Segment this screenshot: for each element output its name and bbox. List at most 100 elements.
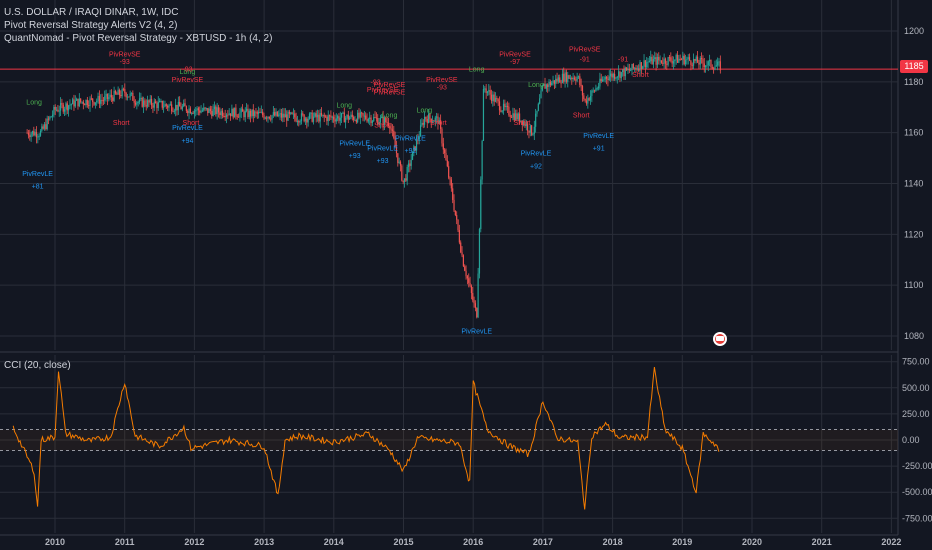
symbol-title[interactable]: U.S. DOLLAR / IRAQI DINAR, 1W, IDC	[4, 6, 272, 19]
candle-body	[117, 89, 119, 95]
candle-body	[176, 104, 178, 111]
cci-pane[interactable]	[0, 367, 898, 510]
candle-body	[302, 113, 304, 115]
time-tick-label: 2018	[603, 537, 623, 547]
candle-body	[62, 104, 64, 112]
candle-body	[228, 113, 230, 115]
candle-body	[109, 94, 111, 98]
candle-body	[686, 58, 688, 60]
candle-body	[156, 103, 158, 109]
candle-body	[719, 61, 721, 71]
candle-body	[308, 113, 311, 119]
candle-body	[274, 112, 276, 116]
candle-body	[492, 94, 494, 101]
candle-body	[607, 78, 609, 81]
candle-body	[69, 104, 71, 106]
candle-body	[77, 98, 79, 107]
candle-body	[152, 105, 154, 108]
candle-body	[142, 100, 145, 107]
candle-body	[654, 57, 656, 60]
candle-body	[465, 270, 467, 277]
candle-body	[283, 113, 285, 118]
candle-body	[211, 110, 213, 116]
candle-body	[663, 58, 665, 64]
indicator-title-1[interactable]: Pivot Reversal Strategy Alerts V2 (4, 2)	[4, 19, 272, 32]
candle-body	[172, 111, 174, 113]
candle-body	[299, 121, 301, 123]
candle-body	[652, 59, 655, 65]
candle-body	[422, 122, 424, 125]
candle-body	[584, 99, 586, 101]
candle-body	[343, 112, 345, 123]
candle-body	[462, 255, 464, 267]
candle-body	[357, 112, 359, 123]
indicator-title-2[interactable]: QuantNomad - Pivot Reversal Strategy - X…	[4, 32, 272, 45]
candle-body	[272, 112, 274, 116]
candle-body	[221, 110, 224, 116]
candle-body	[616, 76, 618, 78]
candle-body	[185, 106, 187, 111]
candle-body	[365, 115, 367, 119]
pivot-se-label: -93	[182, 67, 192, 74]
candle-body	[397, 153, 399, 163]
candle-body	[146, 100, 149, 107]
candle-body	[165, 104, 167, 106]
candle-body	[196, 108, 198, 111]
pivot-se-label: PivRevSE	[499, 51, 531, 58]
candle-body	[63, 109, 66, 112]
candle-body	[132, 92, 134, 101]
cci-title[interactable]: CCI (20, close)	[4, 359, 71, 372]
candle-body	[481, 140, 483, 180]
candle-body	[371, 120, 373, 124]
candle-body	[711, 67, 713, 69]
cci-tick-label: -750.00	[902, 513, 932, 523]
candle-body	[682, 55, 684, 60]
candle-body	[315, 113, 317, 118]
candle-body	[480, 179, 482, 230]
candle-body	[328, 115, 331, 117]
long-signal-label: Long	[382, 112, 398, 119]
tv-logo-icon[interactable]	[713, 332, 727, 346]
candle-body	[204, 107, 206, 109]
candle-body	[362, 113, 364, 116]
candle-body	[565, 72, 568, 82]
candle-body	[280, 113, 282, 118]
pivot-se-label: PivRevSE	[569, 46, 601, 53]
candle-body	[630, 70, 632, 72]
candle-body	[498, 101, 501, 111]
candle-body	[713, 68, 715, 70]
candle-body	[367, 118, 369, 122]
candle-body	[167, 105, 169, 108]
candle-body	[678, 58, 680, 63]
candle-body	[614, 73, 616, 79]
candle-body	[122, 88, 125, 90]
candle-body	[239, 112, 241, 118]
candle-body	[426, 119, 428, 123]
candle-body	[505, 106, 507, 108]
candle-body	[303, 114, 305, 122]
candle-body	[58, 110, 60, 112]
candle-body	[460, 242, 462, 253]
chart-canvas: LongLongLongLongLongLongLongShort Short Sh…	[0, 0, 932, 547]
candle-body	[405, 178, 407, 181]
candle-body	[605, 76, 608, 79]
candle-body	[136, 102, 138, 105]
pivot-se-label: PivRevSE	[109, 51, 141, 58]
candle-body	[223, 115, 225, 117]
pivot-le-label: PivRevLE	[521, 151, 552, 158]
candle-body	[270, 118, 272, 120]
candle-body	[335, 118, 337, 122]
candle-body	[287, 111, 289, 121]
candle-body	[504, 103, 506, 108]
candle-body	[644, 60, 646, 68]
time-tick-label: 2012	[184, 537, 204, 547]
candle-body	[695, 56, 697, 61]
candle-body	[611, 73, 613, 78]
candle-body	[181, 106, 183, 110]
candle-body	[26, 132, 28, 134]
candle-body	[153, 101, 155, 108]
short-signal-label: Short	[514, 120, 531, 127]
candle-body	[658, 57, 660, 61]
candle-body	[595, 88, 597, 92]
candle-body	[402, 180, 404, 182]
